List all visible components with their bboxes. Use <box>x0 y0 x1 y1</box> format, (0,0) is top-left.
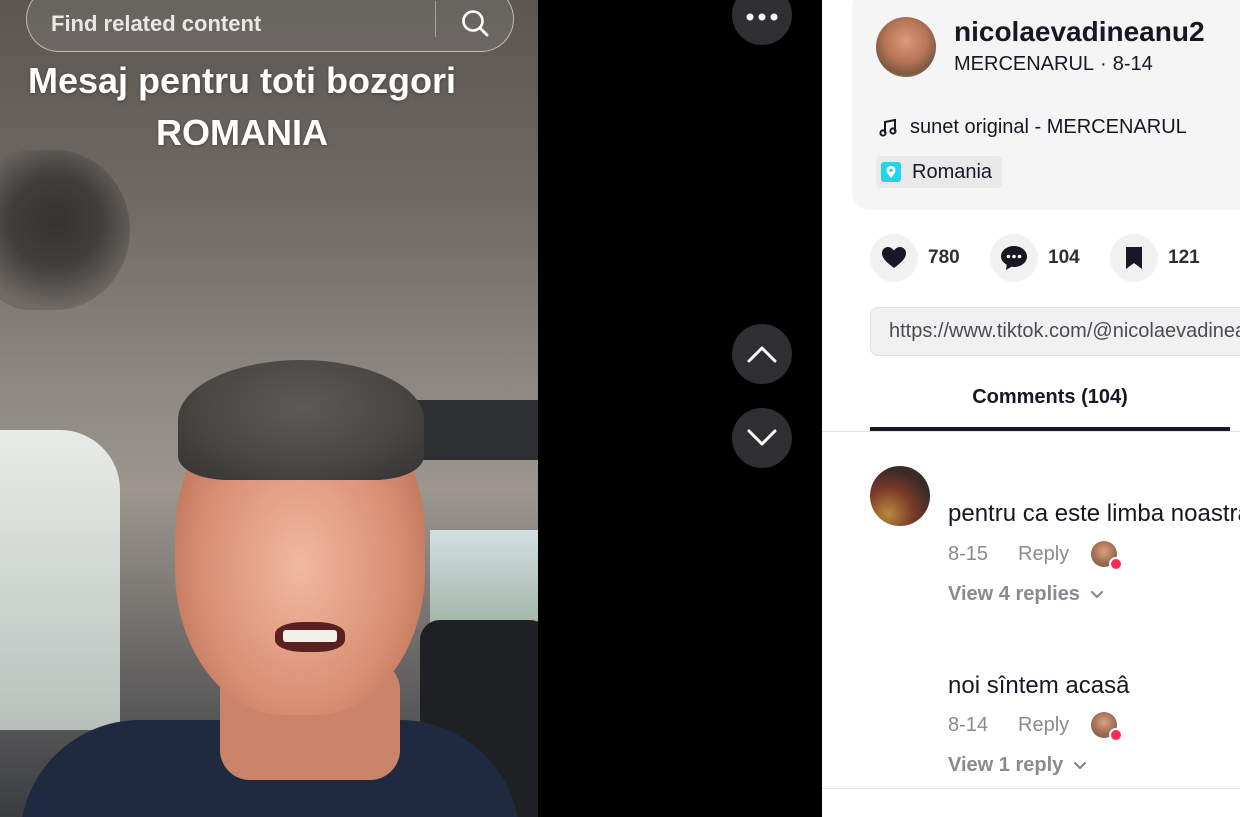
view-replies-button[interactable]: View 1 reply <box>948 754 1087 777</box>
tab-comments[interactable]: Comments (104) <box>870 386 1230 431</box>
view-replies-label: View 4 replies <box>948 583 1080 605</box>
bookmark-icon <box>1126 247 1142 269</box>
comment-button[interactable]: 104 <box>990 234 1080 282</box>
save-count: 121 <box>1168 247 1200 268</box>
tiktok-video-page: { "search": { "placeholder": "Find relat… <box>0 0 1240 817</box>
tab-divider <box>822 431 1240 432</box>
separator-dot: · <box>1100 53 1107 75</box>
video-background <box>0 430 120 730</box>
video-subject <box>283 630 337 642</box>
music-note-icon <box>879 118 897 137</box>
author-subline: MERCENARUL · 8-14 <box>954 53 1153 76</box>
view-replies-label: View 1 reply <box>948 754 1064 776</box>
comment-text: noi sîntem acasâ <box>948 672 1130 699</box>
comment-circle <box>990 234 1038 282</box>
location-tag[interactable]: Romania <box>876 156 1003 188</box>
search-divider <box>435 1 436 37</box>
music-link[interactable]: sunet original - MERCENARUL <box>878 116 1187 139</box>
comment-date: 8-15 <box>948 542 989 565</box>
reply-button[interactable]: Reply <box>1018 714 1069 737</box>
share-link-field[interactable]: https://www.tiktok.com/@nicolaevadineanu… <box>870 307 1240 356</box>
view-replies-button[interactable]: View 4 replies <box>948 583 1104 606</box>
video-subject <box>178 360 424 480</box>
chevron-up-icon <box>747 346 777 363</box>
like-count: 780 <box>928 247 960 268</box>
author-avatar[interactable] <box>876 17 936 77</box>
like-circle <box>870 234 918 282</box>
comment-text: pentru ca este limba noastra <box>948 500 1240 527</box>
chevron-down-icon <box>747 429 777 446</box>
comment-meta: 8-15 Reply <box>948 541 1124 571</box>
video-caption-line-2: ROMANIA <box>156 112 328 153</box>
video-background <box>430 530 538 630</box>
search-bar <box>26 0 514 52</box>
next-video-button[interactable] <box>732 408 792 468</box>
author-username[interactable]: nicolaevadineanu2 <box>954 16 1205 48</box>
like-button[interactable]: 780 <box>870 234 960 282</box>
heart-icon <box>882 247 906 268</box>
commenter-avatar[interactable] <box>870 466 930 526</box>
reply-button[interactable]: Reply <box>1018 543 1069 566</box>
author-nickname: MERCENARUL <box>954 53 1095 75</box>
video-background <box>0 150 130 310</box>
chevron-down-icon <box>1074 761 1087 769</box>
chevron-down-icon <box>1090 590 1104 598</box>
creator-liked-avatar <box>1091 541 1124 571</box>
more-dots-icon <box>746 13 778 21</box>
save-circle <box>1110 234 1158 282</box>
location-pin-icon <box>881 162 901 182</box>
previous-video-button[interactable] <box>732 324 792 384</box>
more-options-button[interactable] <box>732 0 792 45</box>
heart-badge-icon <box>1109 728 1124 742</box>
details-panel: nicolaevadineanu2 MERCENARUL · 8-14 sune… <box>822 0 1240 790</box>
comment-count: 104 <box>1048 247 1080 268</box>
search-input[interactable] <box>51 11 411 37</box>
search-button[interactable] <box>447 3 503 43</box>
heart-badge-icon <box>1109 557 1124 571</box>
creator-liked-avatar <box>1091 712 1124 742</box>
post-date: 8-14 <box>1112 53 1153 75</box>
location-label: Romania <box>912 160 993 183</box>
video-player[interactable]: Mesaj pentru toti bozgori ROMANIA <box>0 0 538 817</box>
comment-input-area <box>822 788 1240 817</box>
save-button[interactable]: 121 <box>1110 234 1200 282</box>
search-icon <box>462 10 489 37</box>
comment-date: 8-14 <box>948 713 989 736</box>
video-caption-line-1: Mesaj pentru toti bozgori <box>28 60 456 101</box>
music-label: sunet original - MERCENARUL <box>910 116 1187 138</box>
comment-meta: 8-14 Reply <box>948 712 1124 742</box>
comment-bubble-icon <box>1001 246 1027 270</box>
